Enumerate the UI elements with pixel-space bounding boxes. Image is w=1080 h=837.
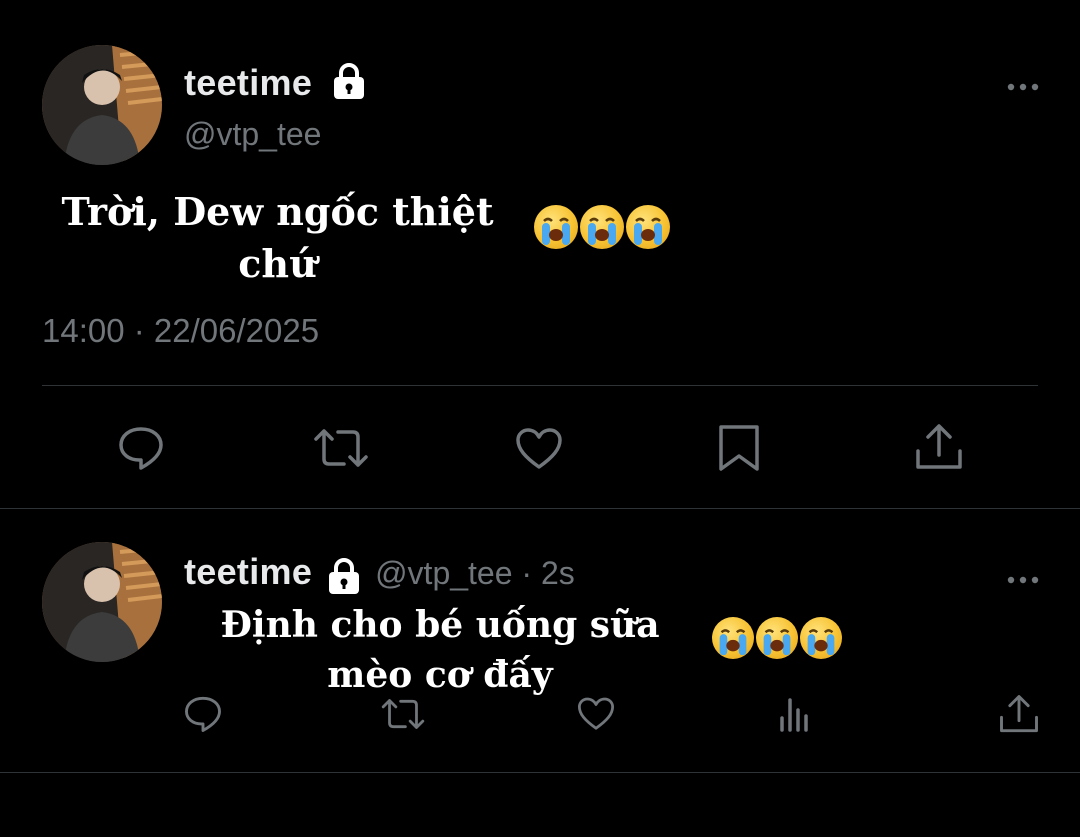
tweet-text-line: chứ	[238, 241, 317, 286]
display-name-text: teetime	[184, 62, 313, 103]
crying-face-icon	[756, 617, 798, 659]
tweet-text: Trời, Dew ngốc thiệt chứ	[40, 186, 515, 290]
bookmark-icon[interactable]	[716, 424, 762, 477]
divider	[0, 508, 1080, 509]
tweet-text-line: Định cho bé uống sữa	[220, 604, 660, 646]
views-icon[interactable]	[778, 696, 812, 737]
reply-icon[interactable]	[117, 425, 165, 476]
crying-face-icon	[800, 617, 842, 659]
reply-icon[interactable]	[183, 695, 223, 738]
divider	[0, 772, 1080, 773]
handle[interactable]: @vtp_tee · 2s	[375, 555, 575, 591]
tweet-text: Định cho bé uống sữa mèo cơ đấy	[200, 600, 680, 700]
crying-emoji-group	[534, 205, 672, 254]
avatar[interactable]	[42, 542, 162, 662]
crying-face-icon	[534, 205, 578, 249]
lock-icon	[328, 557, 359, 594]
like-icon[interactable]	[577, 696, 615, 737]
crying-face-icon	[712, 617, 754, 659]
reply-header: teetime @vtp_tee · 2s	[184, 551, 575, 595]
like-icon[interactable]	[515, 427, 563, 476]
timestamp[interactable]: 14:00 · 22/06/2025	[42, 312, 319, 350]
lock-icon	[334, 63, 365, 100]
tweet-text-line: Trời, Dew ngốc thiệt	[61, 189, 494, 234]
crying-emoji-group	[712, 617, 844, 664]
handle[interactable]: @vtp_tee	[184, 116, 321, 153]
share-icon[interactable]	[914, 423, 964, 476]
retweet-icon[interactable]	[380, 697, 426, 736]
more-options-icon[interactable]	[1006, 72, 1040, 100]
display-name[interactable]: teetime	[184, 62, 366, 104]
more-options-icon[interactable]	[1006, 565, 1040, 593]
display-name[interactable]: teetime	[184, 551, 312, 592]
crying-face-icon	[626, 205, 670, 249]
divider	[42, 385, 1038, 386]
retweet-icon[interactable]	[312, 427, 370, 474]
avatar[interactable]	[42, 45, 162, 165]
share-icon[interactable]	[998, 694, 1040, 739]
tweet-text-line: mèo cơ đấy	[327, 654, 553, 696]
crying-face-icon	[580, 205, 624, 249]
